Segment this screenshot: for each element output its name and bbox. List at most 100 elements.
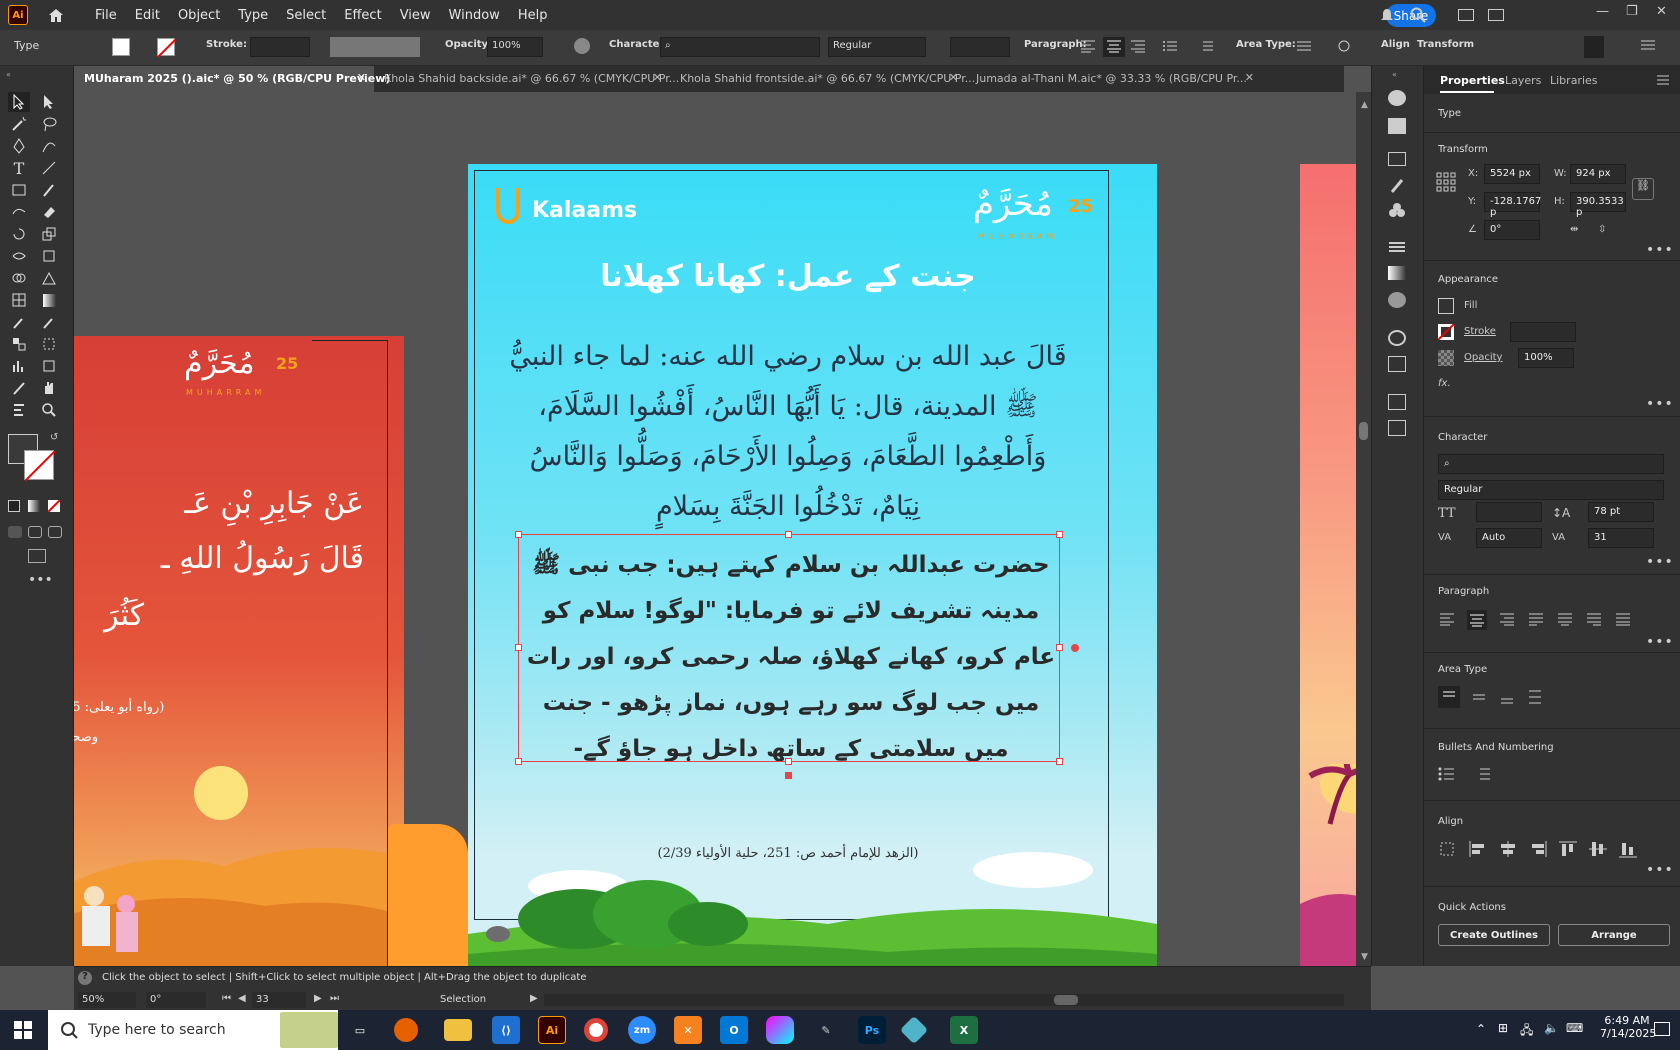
perspective-grid-tool-icon[interactable] [38, 268, 60, 288]
align-top-edges-icon[interactable] [1558, 840, 1578, 858]
tab-muharram-2025[interactable]: MUharam 2025 ().aic* @ 50 % (RGB/CPU Pre… [74, 66, 390, 92]
tray-chevron-icon[interactable]: ⌃ [1476, 1022, 1486, 1036]
draw-normal-icon[interactable] [8, 526, 22, 538]
angle-field[interactable]: 0° [1484, 220, 1540, 240]
chrome-icon[interactable] [584, 1018, 608, 1042]
text-out-port[interactable] [785, 772, 792, 779]
numbering-icon[interactable] [1474, 766, 1498, 782]
creative-cloud-icon[interactable] [766, 1016, 794, 1044]
menu-effect[interactable]: Effect [335, 8, 390, 23]
maximize-button[interactable]: ❐ [1626, 4, 1638, 19]
align-vertical-centers-icon[interactable] [1588, 840, 1608, 858]
swatches-icon[interactable] [1388, 152, 1406, 166]
font-family-field[interactable]: ⌕ [1438, 454, 1664, 474]
artboard-tool-icon[interactable] [38, 356, 60, 376]
brushes-icon[interactable] [1388, 178, 1406, 194]
justify-right-icon[interactable] [1585, 610, 1603, 628]
close-tab-icon[interactable]: ✕ [653, 71, 662, 84]
gradient-tool-icon[interactable] [38, 290, 60, 310]
zoom-tool-icon[interactable] [38, 400, 60, 420]
flip-horizontal-icon[interactable]: ⇹ [1570, 224, 1578, 235]
type-tool-icon[interactable]: T [8, 158, 30, 178]
font-size-field[interactable] [950, 37, 1010, 57]
bullets-icon[interactable] [1162, 39, 1180, 55]
horizontal-scrollbar[interactable] [544, 994, 1344, 1006]
canvas[interactable]: مُحَرَّمٌ 25 MUHARRAM عَنْ جَابِرِ بْنِ … [74, 92, 1371, 966]
font-size-field[interactable] [1476, 502, 1542, 522]
opacity-field[interactable]: 100% [487, 37, 543, 57]
numbering-icon[interactable] [1198, 39, 1216, 55]
tab-khola-backside[interactable]: Khola Shahid backside.ai* @ 66.67 % (CMY… [374, 66, 679, 92]
none-mode-icon[interactable] [47, 499, 61, 513]
color-mode-icon[interactable] [8, 500, 20, 512]
export-icon[interactable] [1388, 394, 1406, 410]
kerning-field[interactable]: Auto [1476, 528, 1542, 548]
more-options-icon[interactable]: ••• [1646, 242, 1674, 258]
xampp-icon[interactable]: ✕ [674, 1016, 702, 1044]
magic-wand-icon[interactable] [8, 114, 30, 134]
menu-window[interactable]: Window [440, 8, 509, 23]
first-artboard-icon[interactable]: ⏮ [222, 993, 231, 1004]
close-tab-icon[interactable]: ✕ [949, 71, 958, 84]
width-tool-icon[interactable] [8, 246, 30, 266]
tab-khola-frontside[interactable]: Khola Shahid frontside.ai* @ 66.67 % (CM… [670, 66, 975, 92]
opacity-label[interactable]: Opacity [1464, 352, 1502, 363]
opacity-field[interactable]: 100% [1518, 348, 1574, 368]
bell-icon[interactable] [1380, 8, 1394, 25]
appearance-panel-icon[interactable] [1388, 330, 1406, 346]
rotate-view-field[interactable]: 0° [146, 992, 206, 1008]
eyedropper-tool-icon[interactable] [8, 312, 30, 332]
firefox-icon[interactable] [394, 1018, 418, 1042]
outlook-icon[interactable]: O [720, 1016, 748, 1044]
taskbar-search[interactable]: Type here to search [48, 1010, 338, 1050]
column-graph-tool-icon[interactable] [8, 356, 30, 376]
workspace-icon[interactable] [1488, 9, 1504, 21]
close-tab-icon[interactable]: ✕ [1245, 71, 1254, 84]
stroke-label[interactable]: Stroke [1464, 326, 1496, 337]
task-view-icon[interactable]: ▭ [346, 1016, 374, 1044]
photoshop-icon[interactable]: Ps [858, 1016, 886, 1044]
close-tab-icon[interactable]: ✕ [357, 71, 366, 84]
line-tool-icon[interactable] [38, 158, 60, 178]
gradient-panel-icon[interactable] [1388, 266, 1406, 280]
stroke-color-swatch[interactable] [24, 450, 56, 482]
menu-help[interactable]: Help [509, 8, 557, 23]
align-right-icon[interactable] [1498, 610, 1516, 628]
tray-app-icon[interactable]: ⊞ [1498, 1021, 1508, 1035]
tab-jumada-al-thani[interactable]: Jumada al-Thani M.aic* @ 33.33 % (RGB/CP… [966, 66, 1262, 92]
windows-start-icon[interactable] [14, 1021, 32, 1042]
fx-icon[interactable]: fx. [1438, 378, 1451, 389]
angle-icon[interactable]: ∠ [1468, 224, 1477, 235]
vertical-scroll-thumb[interactable] [1359, 422, 1368, 440]
more-options-icon[interactable]: ••• [1646, 862, 1674, 878]
app-diamond-icon[interactable] [899, 1015, 929, 1045]
variable-width-profile[interactable] [330, 37, 420, 57]
pen-app-icon[interactable]: ✎ [812, 1016, 840, 1044]
recolor-icon[interactable] [574, 38, 590, 54]
clock[interactable]: 6:49 AM 7/14/2025 [1600, 1014, 1656, 1040]
align-bottom-edges-icon[interactable] [1618, 840, 1638, 858]
scroll-up-icon[interactable]: ▲ [1361, 100, 1368, 110]
align-right-icon[interactable] [1130, 39, 1148, 55]
image-trace-icon[interactable] [1388, 118, 1406, 134]
create-outlines-button[interactable]: Create Outlines [1438, 924, 1550, 946]
tab-properties[interactable]: Properties [1440, 74, 1505, 87]
constrain-proportions-icon[interactable]: ⛓ [1632, 178, 1654, 200]
align-center-icon[interactable] [1467, 610, 1487, 630]
eraser-tool-icon[interactable] [38, 202, 60, 222]
illustrator-taskbar-icon[interactable]: Ai [538, 1016, 566, 1044]
artboard-number-field[interactable]: 33 [252, 992, 306, 1008]
fill-swatch[interactable] [112, 38, 130, 56]
rectangle-tool-icon[interactable] [8, 180, 30, 200]
resize-handle[interactable] [785, 758, 792, 765]
horizontal-scroll-thumb[interactable] [1054, 995, 1078, 1005]
justify-center-icon[interactable] [1556, 610, 1574, 628]
left-artboard[interactable]: مُحَرَّمٌ 25 MUHARRAM عَنْ جَابِرِ بْنِ … [74, 336, 404, 966]
width-field[interactable]: 924 px [1570, 164, 1626, 184]
y-field[interactable]: -128.1767 p [1484, 192, 1541, 218]
next-artboard-icon[interactable]: ▶ [314, 993, 322, 1004]
resize-handle[interactable] [785, 531, 792, 538]
collapse-icon[interactable]: « [1392, 70, 1397, 79]
hand-tool-icon[interactable] [38, 378, 60, 398]
more-options-icon[interactable]: ••• [1646, 396, 1674, 412]
